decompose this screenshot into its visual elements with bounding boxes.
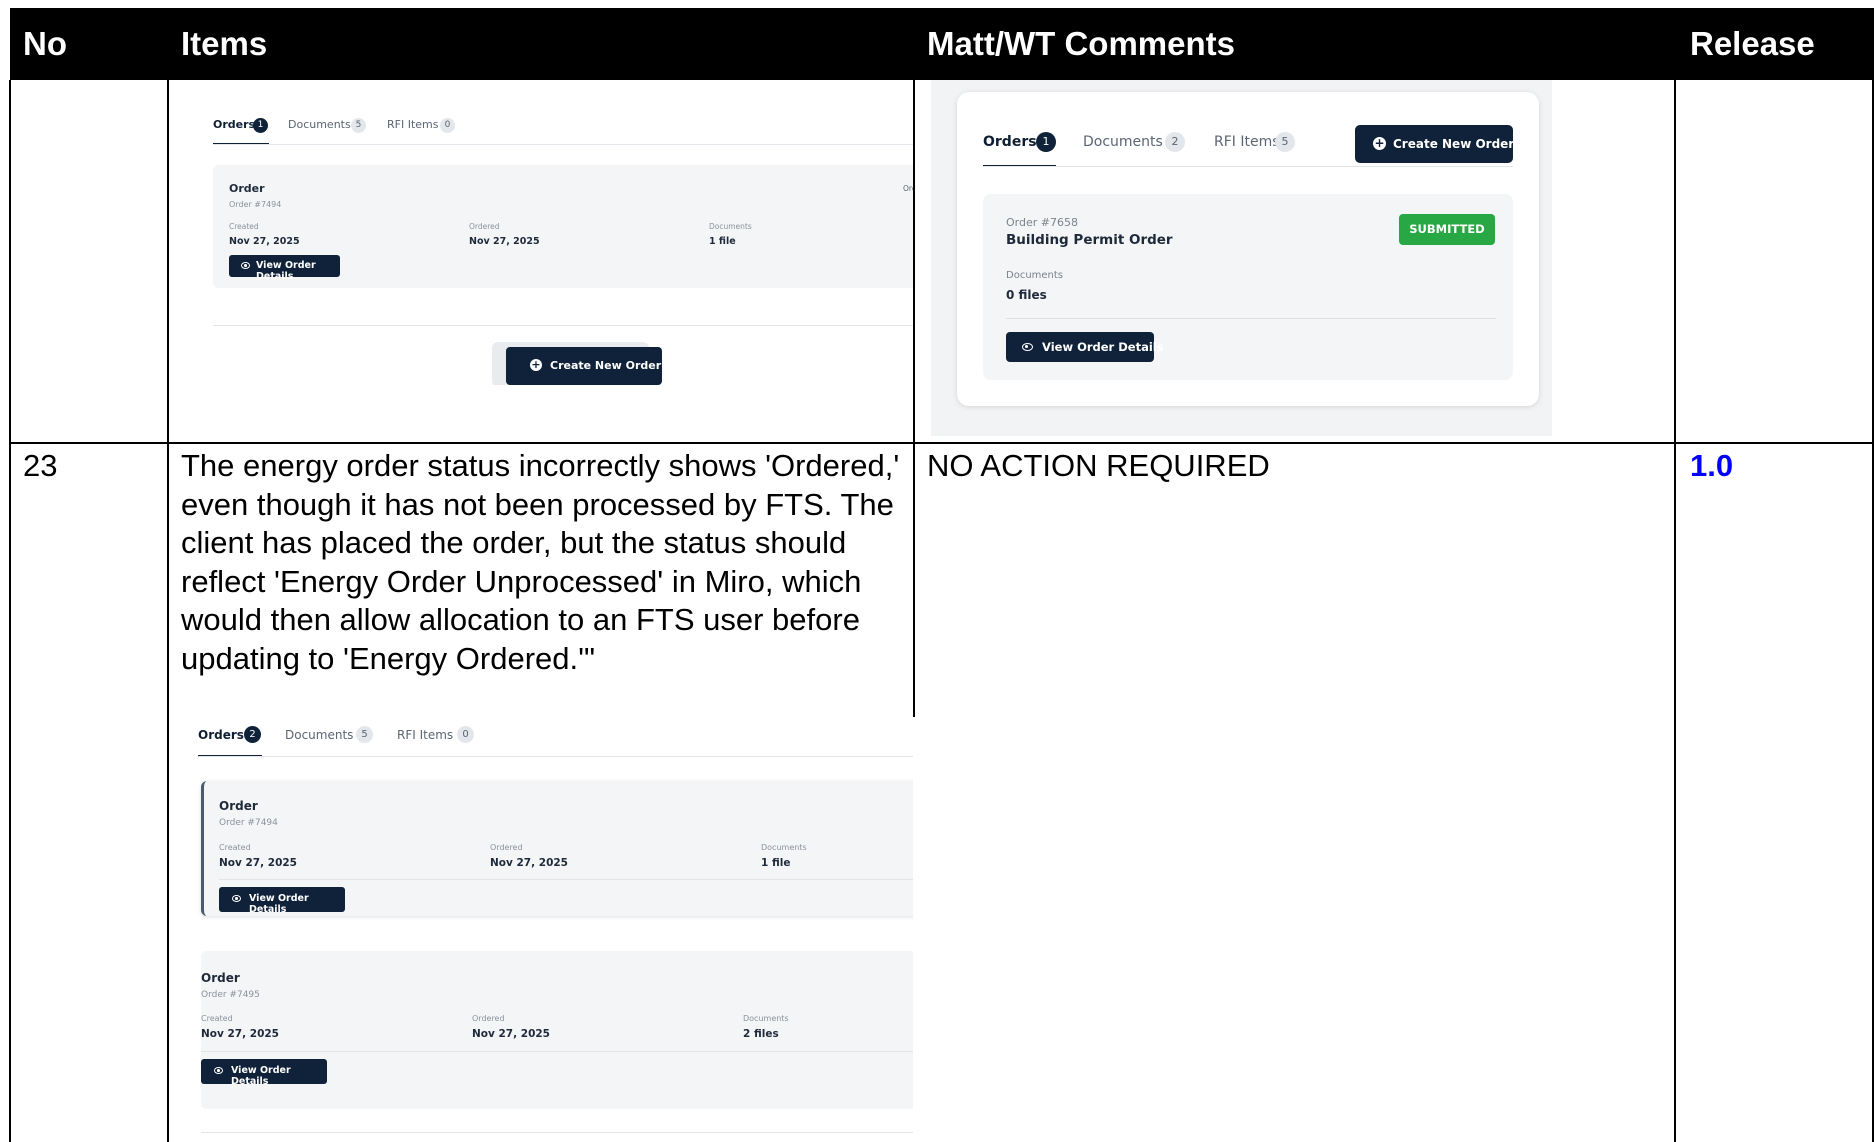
screenshot-orders-panel-submitted: Orders 1 Documents 2 RFI Items 5 + Creat… [931, 80, 1552, 436]
tab-rfi-items: RFI Items [397, 728, 454, 742]
create-new-order-label: Create New Order [550, 359, 662, 372]
order-card: Order Order #7494 Created Nov 27, 2025 O… [201, 781, 913, 916]
eye-icon [232, 895, 241, 902]
tabs-rule [213, 144, 913, 145]
table-border-left [9, 80, 11, 1142]
ordered-value: Nov 27, 2025 [472, 1028, 550, 1040]
created-label: Created [201, 1014, 233, 1023]
view-order-details-label: View Order Details [1042, 340, 1164, 354]
tab-rfi-items: RFI Items [387, 118, 439, 131]
order-number: Order #7494 [229, 200, 282, 209]
ordered-label: Ordered [469, 222, 500, 231]
view-order-details-button[interactable]: View Order Details [1006, 332, 1164, 362]
tab-documents: Documents [285, 728, 354, 742]
create-new-order-button[interactable]: + Create New Order [1355, 125, 1515, 163]
comment-text: NO ACTION REQUIRED [927, 448, 1270, 483]
rfi-count-badge: 0 [440, 118, 455, 133]
view-order-details-button[interactable]: View Order Details [201, 1059, 327, 1087]
view-order-details-label: View Order Details [249, 893, 309, 915]
documents-count-badge: 5 [351, 118, 366, 133]
panel-card: Orders 1 Documents 2 RFI Items 5 + Creat… [957, 92, 1539, 406]
card-divider [1006, 318, 1496, 319]
documents-label: Documents [1006, 270, 1064, 281]
documents-value: 1 file [761, 857, 791, 869]
screenshot-orders-list: Orders 2 Documents 5 RFI Items 0 Order O… [184, 708, 913, 1142]
created-label: Created [219, 843, 251, 852]
documents-label: Documents [743, 1014, 789, 1023]
order-title: Order [229, 182, 265, 195]
documents-value: 1 file [709, 236, 736, 247]
screenshot-orders-panel-top: Orders 1 Documents 5 RFI Items 0 Order O… [184, 80, 913, 385]
release-version: 1.0 [1690, 448, 1734, 483]
column-divider-no [167, 80, 169, 1142]
orders-count-badge: 1 [253, 118, 268, 133]
tab-rfi-items: RFI Items [1214, 134, 1280, 150]
header-comments: Matt/WT Comments [927, 25, 1235, 62]
eye-icon [241, 262, 250, 269]
created-value: Nov 27, 2025 [219, 857, 297, 869]
order-card: Order Order #7494 Orc Created Nov 27, 20… [213, 165, 913, 288]
order-card: Order #7658 Building Permit Order SUBMIT… [983, 194, 1513, 380]
order-title: Building Permit Order [1006, 232, 1173, 248]
rfi-count-badge: 0 [457, 726, 474, 743]
table-header-row: No Items Matt/WT Comments Release [10, 8, 1874, 80]
order-card: Order Order #7495 Created Nov 27, 2025 O… [201, 951, 913, 1109]
eye-icon [1022, 343, 1033, 351]
item-description: The energy order status incorrectly show… [181, 448, 900, 676]
view-order-details-button[interactable]: View Order Details [229, 255, 340, 282]
status-badge: SUBMITTED [1399, 214, 1495, 245]
documents-count-badge: 2 [1165, 132, 1185, 152]
created-label: Created [229, 222, 259, 231]
tab-documents: Documents [288, 118, 351, 131]
ordered-label: Ordered [490, 843, 523, 852]
documents-value: 0 files [1006, 288, 1047, 302]
create-new-order-button[interactable]: + Create New Order [506, 347, 662, 385]
plus-circle-icon: + [530, 358, 542, 371]
view-order-details-button[interactable]: View Order Details [219, 887, 345, 915]
documents-label: Documents [709, 222, 752, 231]
order-number: Order #7494 [219, 818, 278, 828]
column-divider-comments [1674, 80, 1676, 1142]
tabs-rule [198, 756, 913, 757]
order-title: Order [219, 799, 258, 813]
row-number: 23 [23, 448, 58, 483]
view-order-details-label: View Order Details [231, 1065, 291, 1087]
order-number: Order #7658 [1006, 216, 1078, 229]
ordered-label: Ordered [472, 1014, 505, 1023]
orders-count-badge: 1 [1036, 132, 1056, 152]
column-divider-items [913, 442, 915, 717]
plus-circle-icon: + [1373, 136, 1386, 150]
view-order-details-label: View Order Details [256, 260, 316, 282]
order-number: Order #7495 [201, 990, 260, 1000]
tab-orders: Orders [213, 118, 256, 131]
documents-count-badge: 5 [356, 726, 373, 743]
list-bottom-rule [201, 1132, 913, 1133]
created-value: Nov 27, 2025 [229, 236, 300, 247]
column-divider-items-top [913, 80, 915, 442]
row-divider [9, 442, 1874, 444]
header-items: Items [181, 25, 268, 62]
tab-orders: Orders [983, 134, 1037, 150]
ordered-value: Nov 27, 2025 [469, 236, 540, 247]
ordered-value: Nov 27, 2025 [490, 857, 568, 869]
footer-rule [213, 325, 913, 326]
tab-orders: Orders [198, 728, 244, 742]
tabs-rule [983, 166, 1513, 167]
rfi-count-badge: 5 [1275, 132, 1295, 152]
orders-count-badge: 2 [244, 726, 261, 743]
created-value: Nov 27, 2025 [201, 1028, 279, 1040]
card-divider [219, 879, 913, 880]
card-divider [201, 1051, 913, 1052]
documents-value: 2 files [743, 1028, 779, 1040]
eye-icon [214, 1067, 223, 1074]
order-date-cut: Orc [903, 184, 913, 193]
header-no: No [23, 25, 67, 62]
create-new-order-label: Create New Order [1393, 137, 1515, 151]
tab-documents: Documents [1083, 134, 1163, 150]
order-title: Order [201, 971, 240, 985]
documents-label: Documents [761, 843, 807, 852]
header-release: Release [1690, 25, 1815, 62]
